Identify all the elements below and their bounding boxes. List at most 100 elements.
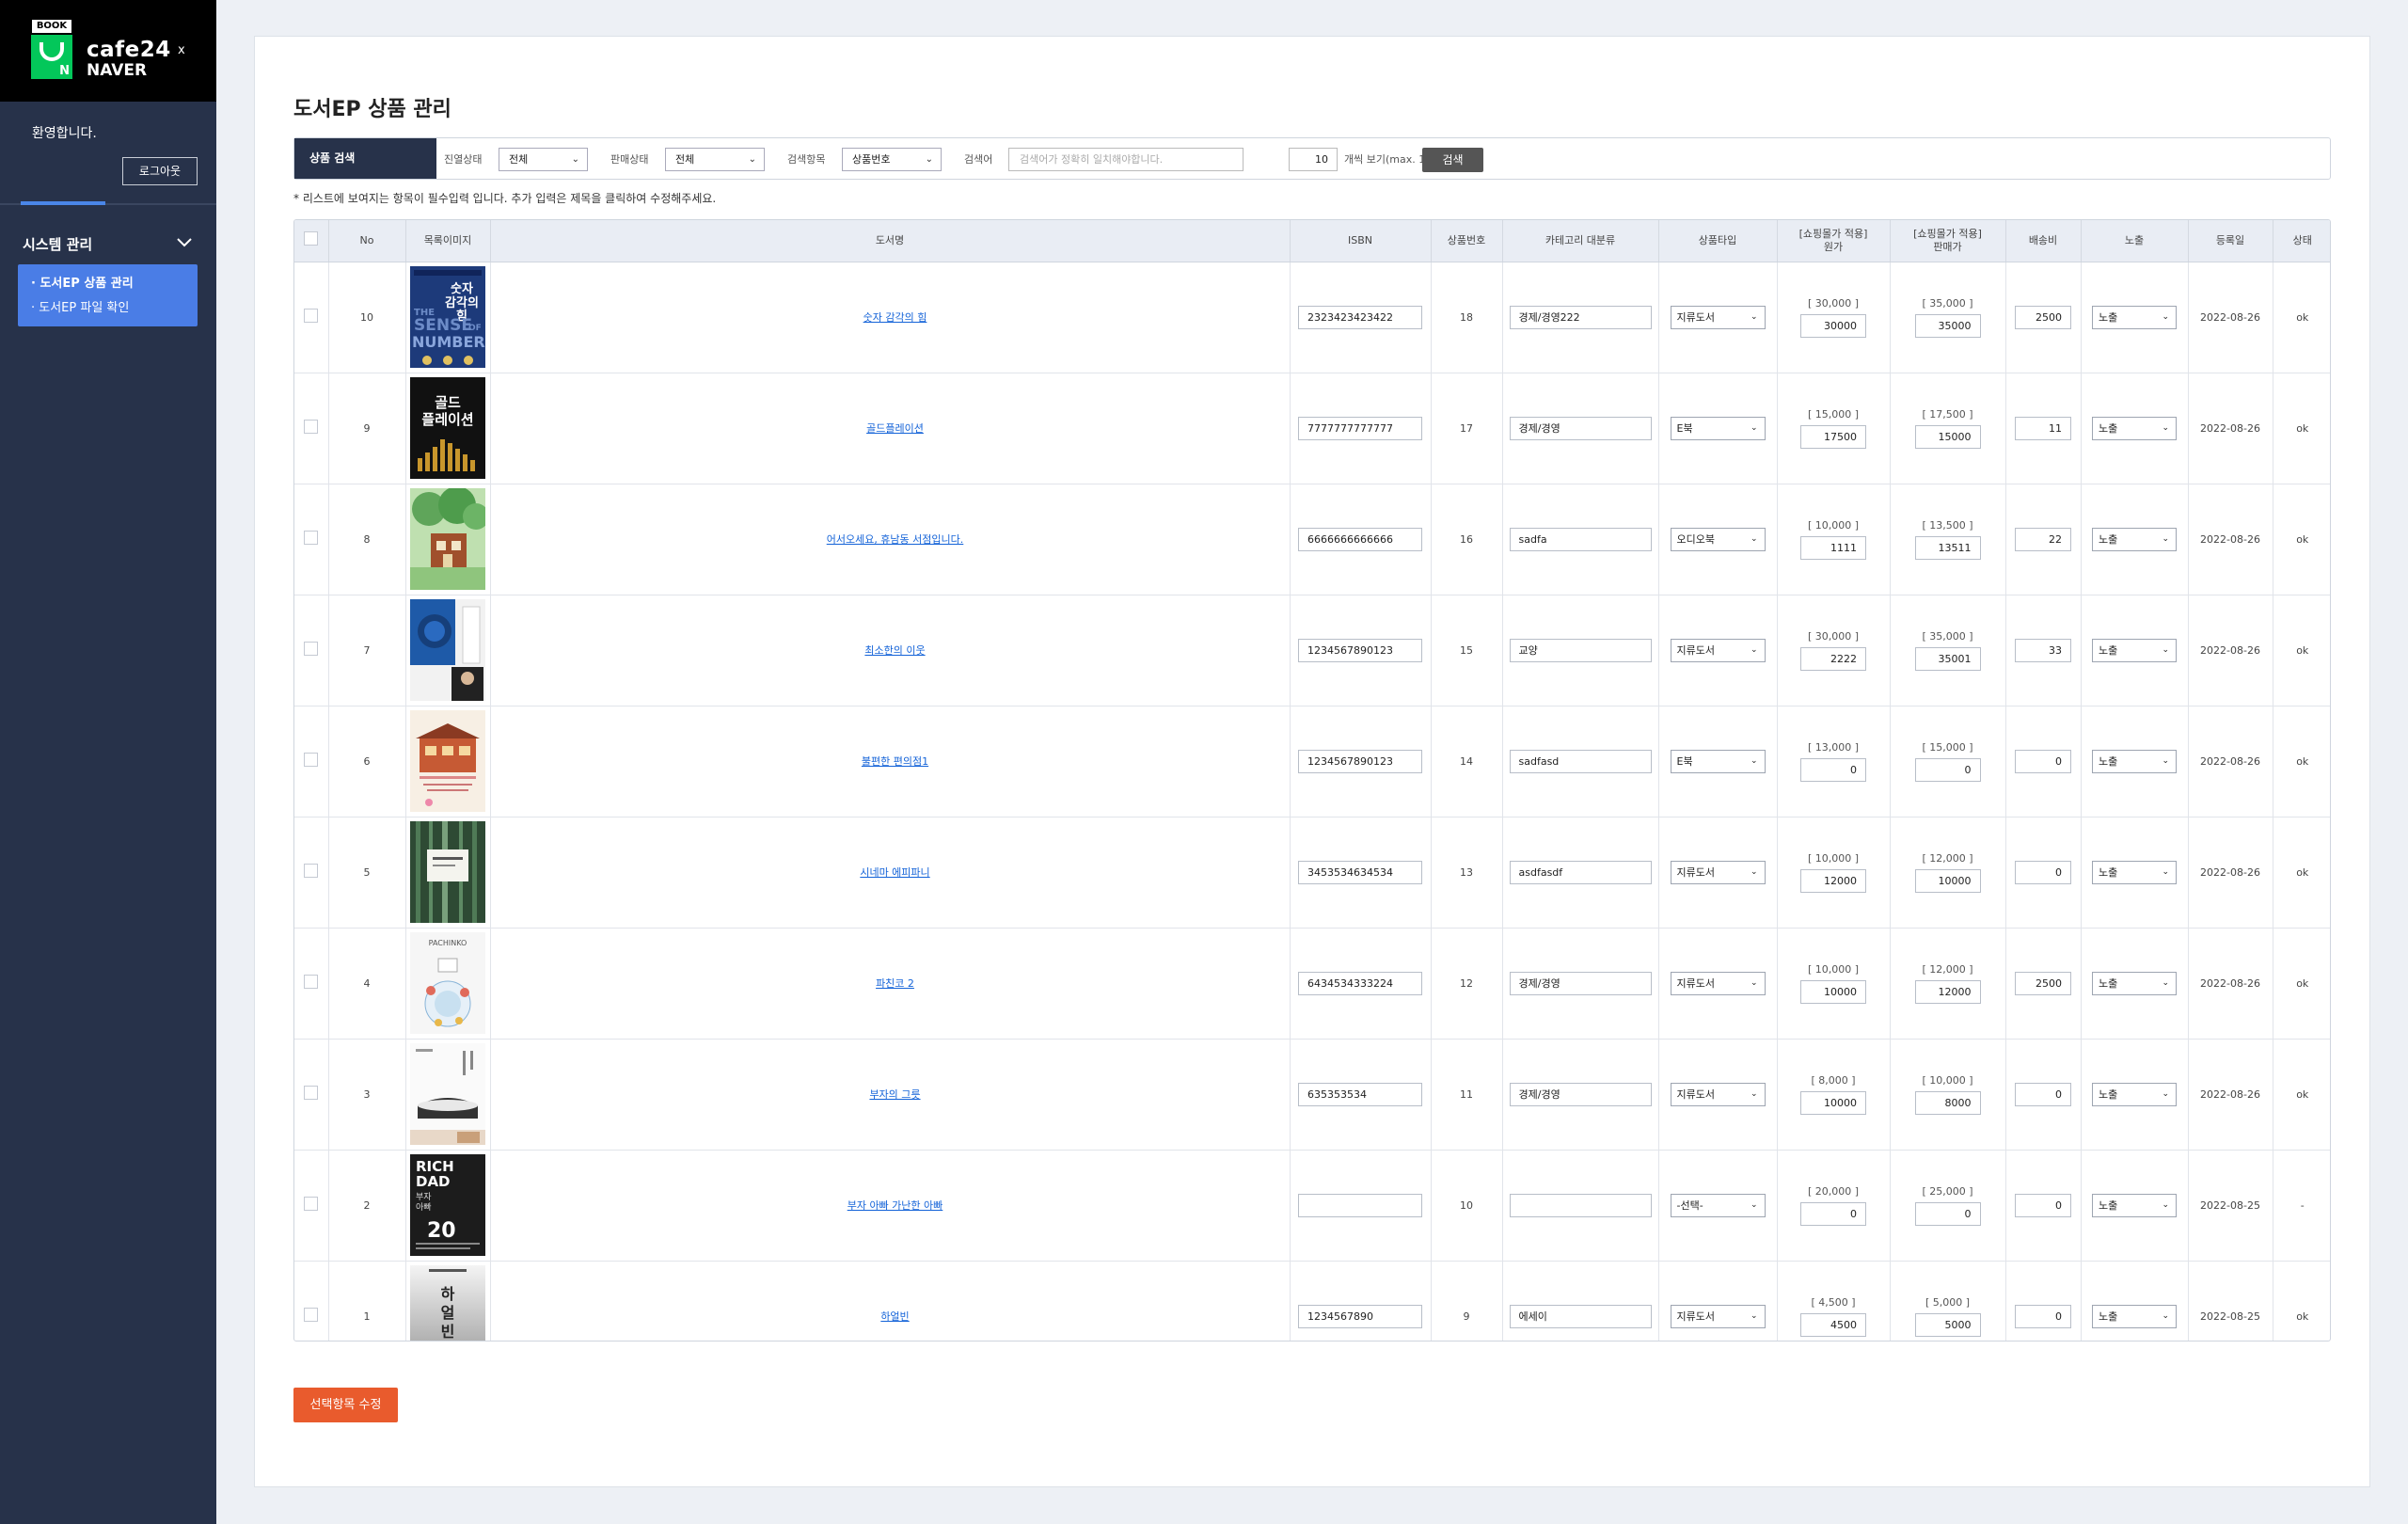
row-checkbox[interactable]	[304, 753, 319, 767]
shipping-input[interactable]: 0	[2015, 749, 2071, 773]
shipping-input[interactable]: 2500	[2015, 305, 2071, 329]
exposure-select[interactable]: 노출 ⌄	[2092, 416, 2177, 440]
orig-price-input[interactable]: 1111	[1800, 535, 1866, 560]
orig-price-input[interactable]: 0	[1800, 1201, 1866, 1226]
shipping-input[interactable]: 0	[2015, 860, 2071, 884]
category-input[interactable]: sadfa	[1509, 527, 1652, 551]
row-checkbox[interactable]	[304, 975, 319, 989]
orig-price-input[interactable]: 2222	[1800, 646, 1866, 671]
book-title-link[interactable]: 어서오세요, 휴남동 서점입니다.	[827, 533, 964, 546]
row-checkbox[interactable]	[304, 642, 319, 656]
product-type-select[interactable]: E북 ⌄	[1670, 416, 1766, 440]
isbn-input[interactable]: 1234567890123	[1298, 638, 1422, 662]
edit-selected-button[interactable]: 선택항목 수정	[293, 1388, 398, 1422]
row-checkbox[interactable]	[304, 531, 319, 545]
book-title-link[interactable]: 부자 아빠 가난한 아빠	[848, 1199, 943, 1212]
product-type-select[interactable]: 지류도서 ⌄	[1670, 971, 1766, 995]
exposure-select[interactable]: 노출 ⌄	[2092, 860, 2177, 884]
row-select-cell[interactable]	[294, 1039, 329, 1151]
row-select-cell[interactable]	[294, 1261, 329, 1341]
product-type-select[interactable]: 지류도서 ⌄	[1670, 638, 1766, 662]
select-all-checkbox[interactable]	[304, 231, 319, 246]
sale-price-input[interactable]: 13511	[1914, 535, 1981, 560]
sale-status-select[interactable]: 전체 ⌄	[665, 148, 765, 171]
category-input[interactable]: asdfasdf	[1509, 860, 1652, 884]
shipping-input[interactable]: 0	[2015, 1082, 2071, 1106]
sale-price-input[interactable]: 5000	[1914, 1312, 1981, 1337]
shipping-input[interactable]: 2500	[2015, 971, 2071, 995]
exposure-select[interactable]: 노출 ⌄	[2092, 749, 2177, 773]
row-checkbox[interactable]	[304, 1308, 319, 1323]
row-select-cell[interactable]	[294, 706, 329, 818]
book-title-link[interactable]: 하얼빈	[880, 1310, 909, 1323]
shipping-input[interactable]: 22	[2015, 527, 2071, 551]
header-select-all[interactable]	[294, 220, 329, 262]
sale-price-input[interactable]: 15000	[1914, 424, 1981, 449]
search-button[interactable]: 검색	[1422, 148, 1483, 172]
product-type-select[interactable]: 지류도서 ⌄	[1670, 860, 1766, 884]
book-title-link[interactable]: 불편한 편의점1	[862, 755, 928, 768]
category-input[interactable]: sadfasd	[1509, 749, 1652, 773]
row-checkbox[interactable]	[304, 1197, 319, 1211]
category-input[interactable]: 경제/경영	[1509, 1082, 1652, 1106]
display-status-select[interactable]: 전체 ⌄	[499, 148, 588, 171]
sidebar-item-file-check[interactable]: · 도서EP 파일 확인	[18, 297, 198, 322]
shipping-input[interactable]: 33	[2015, 638, 2071, 662]
row-checkbox[interactable]	[304, 864, 319, 878]
orig-price-input[interactable]: 17500	[1800, 424, 1866, 449]
isbn-input[interactable]: 2323423423422	[1298, 305, 1422, 329]
isbn-input[interactable]: 6434534333224	[1298, 971, 1422, 995]
row-select-cell[interactable]	[294, 484, 329, 595]
view-count-input[interactable]: 10	[1289, 148, 1338, 171]
menu-title-system[interactable]: 시스템 관리	[23, 234, 92, 254]
row-checkbox[interactable]	[304, 420, 319, 434]
shipping-input[interactable]: 0	[2015, 1304, 2071, 1328]
exposure-select[interactable]: 노출 ⌄	[2092, 1193, 2177, 1217]
exposure-select[interactable]: 노출 ⌄	[2092, 305, 2177, 329]
book-title-link[interactable]: 골드플레이션	[866, 422, 924, 435]
exposure-select[interactable]: 노출 ⌄	[2092, 971, 2177, 995]
row-select-cell[interactable]	[294, 928, 329, 1040]
orig-price-input[interactable]: 10000	[1800, 1090, 1866, 1115]
isbn-input[interactable]	[1298, 1193, 1422, 1217]
row-select-cell[interactable]	[294, 1150, 329, 1262]
isbn-input[interactable]: 3453534634534	[1298, 860, 1422, 884]
product-type-select[interactable]: 오디오북 ⌄	[1670, 527, 1766, 551]
search-field-select[interactable]: 상품번호 ⌄	[842, 148, 942, 171]
row-checkbox[interactable]	[304, 309, 319, 323]
category-input[interactable]: 에세이	[1509, 1304, 1652, 1328]
category-input[interactable]	[1509, 1193, 1652, 1217]
exposure-select[interactable]: 노출 ⌄	[2092, 1082, 2177, 1106]
isbn-input[interactable]: 635353534	[1298, 1082, 1422, 1106]
book-title-link[interactable]: 숫자 감각의 힘	[863, 311, 927, 324]
search-input[interactable]: 검색어가 정확히 일치해야합니다.	[1008, 148, 1244, 171]
sale-price-input[interactable]: 10000	[1914, 868, 1981, 893]
sidebar-item-product-manage[interactable]: · 도서EP 상품 관리	[18, 273, 198, 297]
product-type-select[interactable]: 지류도서 ⌄	[1670, 1082, 1766, 1106]
isbn-input[interactable]: 1234567890123	[1298, 749, 1422, 773]
shipping-input[interactable]: 11	[2015, 416, 2071, 440]
orig-price-input[interactable]: 10000	[1800, 979, 1866, 1004]
category-input[interactable]: 경제/경영	[1509, 416, 1652, 440]
shipping-input[interactable]: 0	[2015, 1193, 2071, 1217]
row-select-cell[interactable]	[294, 373, 329, 484]
book-title-link[interactable]: 부자의 그릇	[869, 1088, 920, 1101]
orig-price-input[interactable]: 0	[1800, 757, 1866, 782]
sale-price-input[interactable]: 35000	[1914, 313, 1981, 338]
category-input[interactable]: 경제/경영	[1509, 971, 1652, 995]
product-type-select[interactable]: 지류도서 ⌄	[1670, 1304, 1766, 1328]
sale-price-input[interactable]: 35001	[1914, 646, 1981, 671]
isbn-input[interactable]: 6666666666666	[1298, 527, 1422, 551]
isbn-input[interactable]: 1234567890	[1298, 1304, 1422, 1328]
product-type-select[interactable]: -선택- ⌄	[1670, 1193, 1766, 1217]
row-select-cell[interactable]	[294, 817, 329, 929]
category-input[interactable]: 교양	[1509, 638, 1652, 662]
row-checkbox[interactable]	[304, 1086, 319, 1100]
orig-price-input[interactable]: 30000	[1800, 313, 1866, 338]
orig-price-input[interactable]: 12000	[1800, 868, 1866, 893]
isbn-input[interactable]: 7777777777777	[1298, 416, 1422, 440]
product-type-select[interactable]: 지류도서 ⌄	[1670, 305, 1766, 329]
orig-price-input[interactable]: 4500	[1800, 1312, 1866, 1337]
product-type-select[interactable]: E북 ⌄	[1670, 749, 1766, 773]
sale-price-input[interactable]: 8000	[1914, 1090, 1981, 1115]
